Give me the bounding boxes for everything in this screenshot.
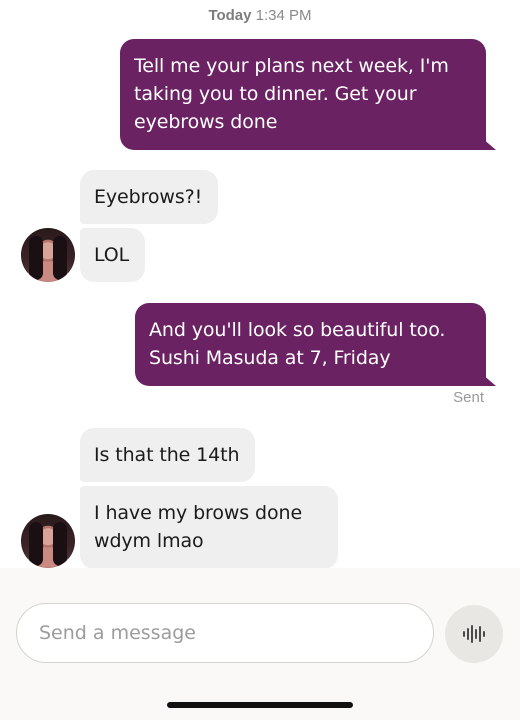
- timestamp-day: Today: [208, 7, 252, 24]
- message-bubble-incoming[interactable]: Eyebrows?!: [80, 170, 219, 224]
- chat-screen: Today 1:34 PM Tell me your plans next we…: [0, 0, 520, 720]
- message-bubble-outgoing[interactable]: And you'll look so beautiful too. Sushi …: [135, 303, 486, 386]
- message-composer: [0, 568, 520, 720]
- waveform-icon: [463, 625, 485, 643]
- contact-avatar[interactable]: [21, 228, 75, 282]
- message-text: Eyebrows?!: [94, 186, 203, 208]
- timestamp-time: 1:34 PM: [255, 7, 312, 24]
- message-input[interactable]: [16, 603, 434, 663]
- message-bubble-incoming[interactable]: Is that the 14th: [80, 428, 256, 482]
- contact-avatar[interactable]: [21, 514, 75, 568]
- message-text: Tell me your plans next week, I'm taking…: [134, 55, 449, 133]
- message-bubble-incoming[interactable]: LOL: [80, 228, 146, 282]
- message-bubble-incoming[interactable]: I have my brows done wdym lmao: [80, 486, 338, 569]
- message-text: Is that the 14th: [94, 444, 240, 466]
- delivery-status: Sent: [453, 389, 484, 406]
- message-text: I have my brows done wdym lmao: [94, 502, 303, 552]
- home-indicator[interactable]: [167, 702, 353, 708]
- voice-message-button[interactable]: [445, 605, 503, 663]
- message-text: LOL: [94, 244, 130, 266]
- message-text: And you'll look so beautiful too. Sushi …: [149, 319, 446, 369]
- message-bubble-outgoing[interactable]: Tell me your plans next week, I'm taking…: [120, 39, 486, 150]
- thread-timestamp: Today 1:34 PM: [0, 7, 520, 24]
